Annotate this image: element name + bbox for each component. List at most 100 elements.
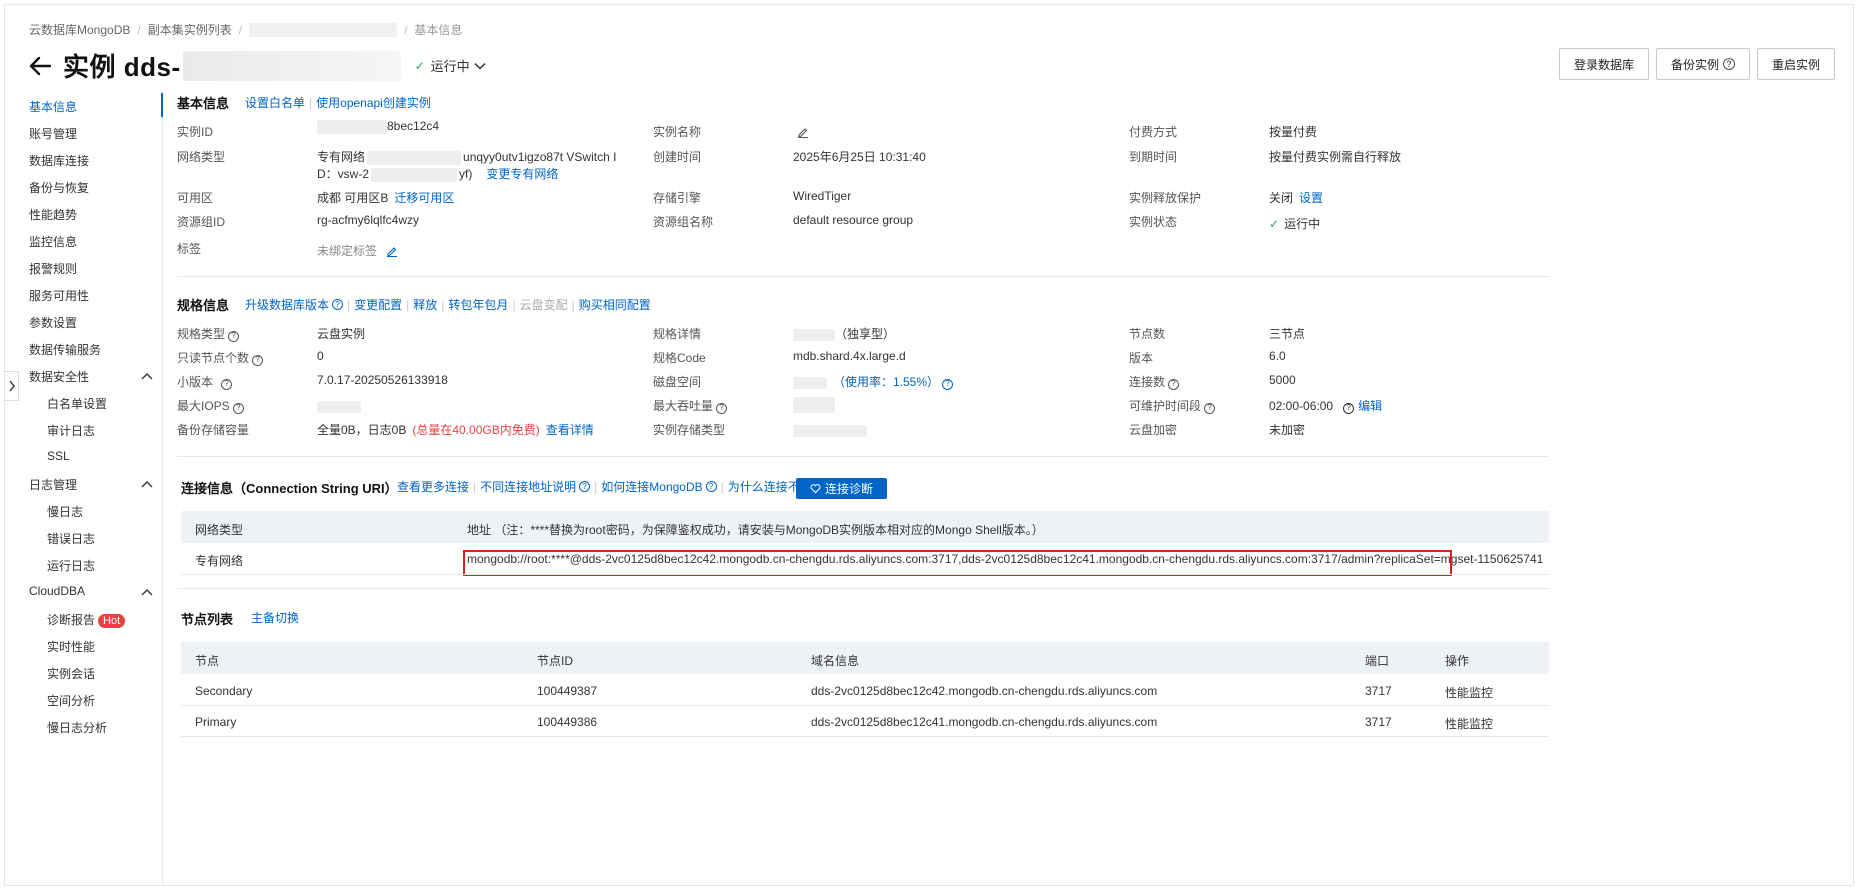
sidebar-item-space[interactable]: 空间分析 [47, 692, 95, 709]
sidebar-item-monitoring[interactable]: 监控信息 [29, 233, 77, 250]
sidebar-item-db-connection[interactable]: 数据库连接 [29, 152, 89, 169]
sidebar-item-diagnosis[interactable]: 诊断报告 Hot [47, 611, 126, 628]
connection-diagnose-button[interactable]: 连接诊断 [796, 478, 888, 499]
release-link[interactable]: 释放 [413, 296, 437, 313]
label-backup-storage: 备份存储容量 [177, 423, 250, 437]
divider [177, 456, 1549, 457]
sidebar-group-security[interactable]: 数据安全性 [29, 368, 155, 385]
value-spec-type: 云盘实例 [317, 327, 366, 341]
address-doc-link[interactable]: 不同连接地址说明 [480, 478, 576, 495]
edit-icon[interactable] [386, 245, 398, 258]
sidebar-item-params[interactable]: 参数设置 [29, 314, 77, 331]
sidebar-item-basic-info[interactable]: 基本信息 [29, 98, 77, 115]
disk-usage-link[interactable]: （使用率：1.55%） [833, 375, 939, 389]
sidebar-item-perf-trend[interactable]: 性能趋势 [29, 206, 77, 223]
sidebar-toggle[interactable] [5, 371, 19, 401]
label-version: 版本 [1129, 351, 1154, 365]
nodes-head-port: 端口 [1365, 654, 1390, 668]
change-config-link[interactable]: 变更配置 [354, 296, 402, 313]
sidebar-item-sessions[interactable]: 实例会话 [47, 665, 95, 682]
sidebar-item-dts[interactable]: 数据传输服务 [29, 341, 101, 358]
value-expire: 按量付费实例需自行释放 [1269, 150, 1402, 164]
value-payment: 按量付费 [1269, 125, 1318, 139]
sidebar-item-slowlog-analysis[interactable]: 慢日志分析 [47, 719, 107, 736]
divider [181, 705, 1549, 706]
sidebar-item-error-log[interactable]: 错误日志 [47, 530, 95, 547]
chevron-up-icon[interactable] [140, 585, 154, 599]
help-icon: ? [1722, 58, 1735, 70]
active-indicator [161, 93, 163, 117]
openapi-create-link[interactable]: 使用openapi创建实例 [316, 94, 431, 111]
sidebar-item-backup[interactable]: 备份与恢复 [29, 179, 89, 196]
conn-head-address: 地址 （注：****替换为root密码，为保障鉴权成功，请安装与MongoDB实… [467, 523, 1044, 537]
sidebar-item-slow-log[interactable]: 慢日志 [47, 503, 83, 520]
chevron-right-icon [8, 380, 15, 392]
conn-title: 连接信息（Connection String URI） [181, 481, 398, 496]
label-max-throughput: 最大吞吐量? [653, 397, 728, 414]
label-engine: 存储引擎 [653, 191, 702, 205]
buy-same-link[interactable]: 购买相同配置 [579, 296, 651, 313]
help-icon: ? [942, 378, 954, 390]
breadcrumb-current: 基本信息 [414, 23, 463, 37]
sidebar-item-availability[interactable]: 服务可用性 [29, 287, 89, 304]
value-maint-window: 02:00-06:00? 编辑 [1269, 399, 1383, 414]
sidebar-item-alerts[interactable]: 报警规则 [29, 260, 77, 277]
nodes-title: 节点列表 [181, 612, 234, 627]
spec-title: 规格信息 [177, 298, 230, 313]
title-row: 实例 dds- ✓ 运行中 [27, 47, 486, 84]
restart-instance-button[interactable]: 重启实例 [1756, 48, 1835, 80]
divider [181, 574, 1549, 575]
divider [177, 588, 1549, 589]
sidebar-item-audit-log[interactable]: 审计日志 [47, 422, 95, 439]
login-db-button[interactable]: 登录数据库 [1558, 48, 1649, 80]
back-arrow-icon[interactable] [27, 53, 53, 79]
failover-link[interactable]: 主备切换 [251, 609, 299, 626]
disk-change-link[interactable]: 云盘变配 [520, 296, 568, 313]
label-status: 实例状态 [1129, 215, 1178, 229]
sidebar-item-realtime-perf[interactable]: 实时性能 [47, 638, 95, 655]
sidebar-item-run-log[interactable]: 运行日志 [47, 557, 95, 574]
sidebar-group-clouddba[interactable]: CloudDBA [29, 584, 85, 598]
migrate-zone-link[interactable]: 迁移可用区 [394, 191, 454, 205]
value-max-iops-masked [317, 399, 361, 413]
how-to-connect-link[interactable]: 如何连接MongoDB [601, 478, 702, 495]
chevron-up-icon[interactable] [140, 369, 154, 383]
label-store-type: 实例存储类型 [653, 423, 726, 437]
label-zone: 可用区 [177, 191, 214, 205]
set-whitelist-link[interactable]: 设置白名单 [245, 94, 305, 111]
value-backup-storage: 全量0B，日志0B (总量在40.00GB内免费) 查看详情 [317, 423, 594, 437]
breadcrumb-root[interactable]: 云数据库MongoDB [29, 21, 130, 38]
label-rg-name: 资源组名称 [653, 215, 714, 229]
heart-pulse-icon [810, 484, 821, 494]
view-detail-link[interactable]: 查看详情 [546, 423, 594, 437]
sidebar-item-whitelist[interactable]: 白名单设置 [47, 395, 107, 412]
sidebar-item-accounts[interactable]: 账号管理 [29, 125, 77, 142]
conn-row-type: 专有网络 [195, 554, 244, 568]
chevron-up-icon[interactable] [140, 477, 154, 491]
change-vpc-link[interactable]: 变更专有网络 [486, 167, 558, 181]
value-rg-name: default resource group [793, 213, 914, 227]
help-icon: ? [716, 402, 728, 414]
edit-maint-link[interactable]: 编辑 [1358, 399, 1382, 413]
sidebar-group-logs[interactable]: 日志管理 [29, 476, 77, 493]
sidebar-item-ssl[interactable]: SSL [47, 449, 70, 463]
help-icon: ? [1168, 378, 1180, 390]
connection-string-highlight [463, 550, 1452, 576]
release-setting-link[interactable]: 设置 [1299, 191, 1323, 205]
perf-monitor-link[interactable]: 性能监控 [1445, 684, 1493, 701]
convert-subscription-link[interactable]: 转包年包月 [448, 296, 508, 313]
edit-icon[interactable] [797, 126, 809, 138]
more-connections-link[interactable]: 查看更多连接 [397, 478, 469, 495]
value-spec-detail: （独享型） [793, 325, 895, 342]
page-title: 实例 dds- [63, 52, 181, 82]
backup-instance-button[interactable]: 备份实例? [1655, 48, 1750, 80]
perf-monitor-link[interactable]: 性能监控 [1445, 715, 1493, 732]
breadcrumb-instance-masked[interactable] [249, 22, 398, 37]
help-icon: ? [705, 481, 717, 492]
status-dropdown[interactable]: ✓ 运行中 [415, 56, 486, 75]
help-icon: ? [228, 330, 240, 342]
breadcrumb-list[interactable]: 副本集实例列表 [148, 21, 232, 38]
value-rg-id: rg-acfmy6lqlfc4wzy [317, 213, 420, 227]
upgrade-version-link[interactable]: 升级数据库版本 [245, 296, 329, 313]
value-store-type-masked [793, 423, 867, 437]
